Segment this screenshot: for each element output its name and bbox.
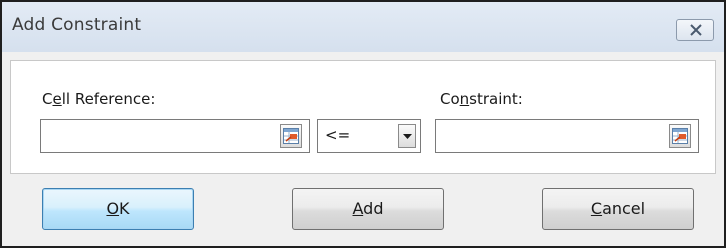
operator-dropdown[interactable]: <= — [317, 119, 421, 153]
add-button[interactable]: Add — [292, 188, 444, 230]
constraint-label: Constraint: — [440, 90, 523, 108]
range-select-icon — [283, 128, 299, 144]
dialog-title: Add Constraint — [12, 15, 142, 35]
cell-reference-input[interactable] — [40, 119, 310, 153]
operator-dropdown-button[interactable] — [398, 124, 416, 148]
close-icon — [690, 24, 702, 36]
add-constraint-dialog: Add Constraint Cell Reference: <= Constr… — [0, 0, 726, 248]
cell-reference-collapse-button[interactable] — [280, 124, 302, 148]
constraint-panel: Cell Reference: <= Constraint: — [10, 60, 716, 174]
cancel-button[interactable]: Cancel — [542, 188, 694, 230]
operator-value: <= — [325, 126, 351, 144]
constraint-collapse-button[interactable] — [669, 124, 691, 148]
constraint-input[interactable] — [435, 119, 699, 153]
ok-button[interactable]: OK — [42, 188, 194, 230]
title-bar: Add Constraint — [2, 2, 724, 52]
close-button[interactable] — [676, 19, 714, 41]
cell-reference-label: Cell Reference: — [42, 90, 156, 108]
range-select-icon — [672, 128, 688, 144]
chevron-down-icon — [403, 134, 412, 139]
